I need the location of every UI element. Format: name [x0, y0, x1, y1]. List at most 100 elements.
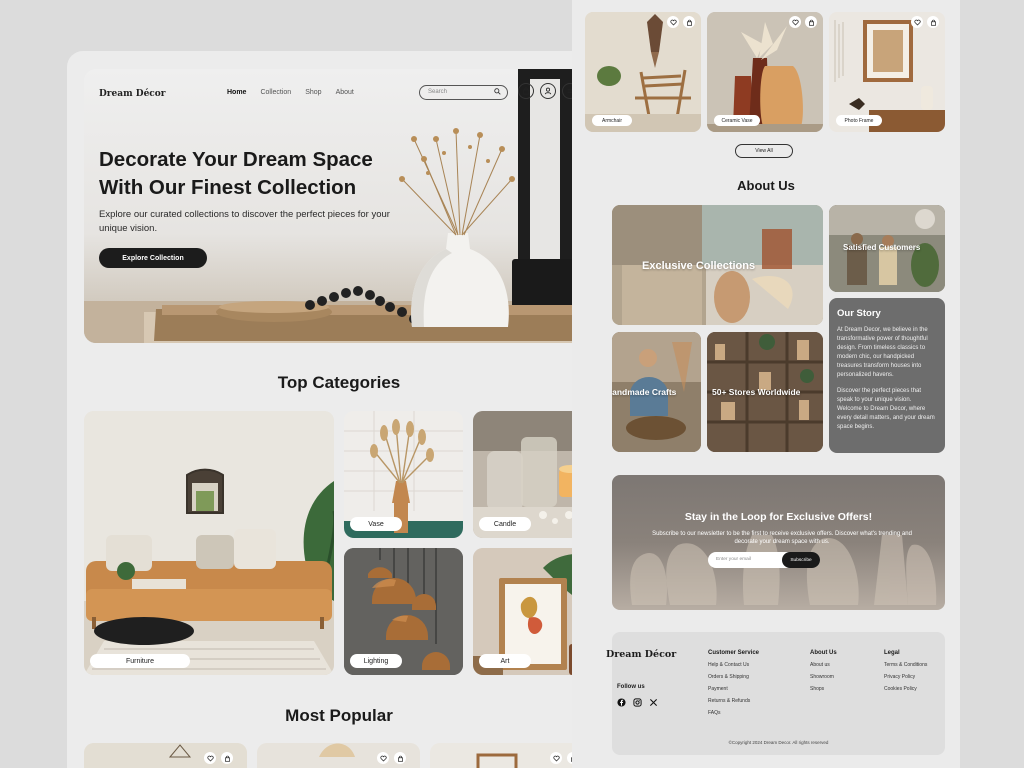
furniture-image [84, 411, 334, 675]
footer-link[interactable]: Privacy Policy [884, 674, 927, 680]
category-furniture[interactable]: Furniture [84, 411, 334, 675]
product-card-ceramic-vase[interactable]: Ceramic Vase [707, 12, 823, 132]
footer-link[interactable]: Payment [708, 686, 759, 692]
search-placeholder: Search [428, 89, 448, 95]
nav-home[interactable]: Home [227, 89, 246, 96]
footer-link[interactable]: About us [810, 662, 837, 668]
wishlist-button[interactable] [204, 752, 216, 764]
search-icon [494, 88, 501, 95]
footer-link[interactable]: Help & Contact Us [708, 662, 759, 668]
about-tile-satisfied-customers: Satisfied Customers [829, 205, 945, 292]
about-tile-label: Exclusive Collections [642, 260, 756, 272]
wishlist-button[interactable] [911, 16, 923, 28]
add-to-cart-button[interactable] [927, 16, 939, 28]
instagram-icon[interactable] [632, 697, 642, 707]
most-popular-title: Most Popular [285, 706, 393, 725]
category-vase[interactable]: Vase [344, 411, 463, 538]
category-lighting[interactable]: Lighting [344, 548, 463, 675]
about-tile-stores-worldwide: 50+ Stores Worldwide [707, 332, 823, 452]
footer-link[interactable]: Cookies Policy [884, 686, 927, 692]
our-story-paragraph: At Dream Decor, we believe in the transf… [837, 327, 928, 378]
category-label-art: Art [479, 654, 531, 668]
footer-column-title: About Us [810, 650, 837, 656]
product-label-armchair: Armchair [592, 115, 632, 126]
wishlist-button[interactable] [550, 752, 562, 764]
product-label-ceramic-vase: Ceramic Vase [714, 115, 760, 126]
social-links [616, 697, 658, 707]
heart-icon [791, 19, 799, 25]
account-button[interactable] [540, 83, 556, 99]
logo[interactable]: Dream Décor [99, 89, 166, 99]
about-tile-handmade-crafts: Handmade Crafts [612, 332, 701, 452]
our-story-paragraph: Discover the perfect pieces that speak t… [837, 388, 935, 430]
search-input[interactable]: Search [419, 85, 508, 100]
cart-button[interactable] [518, 83, 534, 99]
footer-link[interactable]: Returns & Refunds [708, 698, 759, 704]
nav-shop[interactable]: Shop [305, 89, 321, 96]
photo-frame-image [829, 12, 945, 132]
footer-link[interactable]: Terms & Conditions [884, 662, 927, 668]
hero-section: Dream Décor Home Collection Shop About S… [84, 69, 593, 343]
about-tile-label: Satisfied Customers [843, 243, 921, 252]
footer-link[interactable]: FAQs [708, 710, 759, 716]
about-us-title: About Us [737, 178, 795, 193]
footer-link[interactable]: Showroom [810, 674, 837, 680]
about-tile-exclusive-collections: Exclusive Collections [612, 205, 823, 325]
product-card-photo-frame[interactable]: Photo Frame [829, 12, 945, 132]
wishlist-button[interactable] [789, 16, 801, 28]
footer-column-title: Legal [884, 650, 900, 656]
shopping-bag-icon [808, 19, 814, 26]
shopping-bag-icon [686, 19, 692, 26]
nav-about[interactable]: About [336, 89, 354, 96]
view-all-button[interactable]: View All [735, 144, 793, 158]
copyright-text: ©Copyright 2024 Dream Decor. All rights … [728, 740, 829, 745]
category-label-candle: Candle [479, 517, 531, 531]
heart-icon [552, 755, 560, 761]
ceramic-vase-image [707, 12, 823, 132]
top-categories-title: Top Categories [277, 373, 401, 392]
footer-link[interactable]: Shops [810, 686, 837, 692]
hero-subtitle: Explore our curated collections to disco… [99, 209, 390, 234]
add-to-cart-button[interactable] [805, 16, 817, 28]
product-card-armchair[interactable]: Armchair [585, 12, 701, 132]
footer-logo[interactable]: Dream Décor [606, 649, 676, 660]
our-story-card: Our Story At Dream Decor, we believe in … [829, 298, 945, 453]
follow-us-label: Follow us [617, 684, 645, 690]
subscribe-button[interactable]: Subscribe [782, 552, 820, 568]
newsletter-section: Stay in the Loop for Exclusive Offers! S… [612, 475, 945, 610]
shopping-bag-icon [930, 19, 936, 26]
armchair-image [585, 12, 701, 132]
nav-collection[interactable]: Collection [260, 89, 291, 96]
shopping-bag-icon [522, 87, 530, 95]
shopping-bag-icon [224, 755, 230, 762]
about-tile-label: 50+ Stores Worldwide [712, 387, 801, 397]
product-label-photo-frame: Photo Frame [836, 115, 882, 126]
wishlist-button[interactable] [377, 752, 389, 764]
add-to-cart-button[interactable] [394, 752, 406, 764]
footer: Dream Décor Follow us Customer Service H… [606, 632, 945, 755]
hero-title: Decorate Your Dream Space With Our Fines… [99, 148, 373, 199]
popular-product-card[interactable] [430, 743, 593, 768]
shopping-bag-icon [397, 755, 403, 762]
explore-collection-button[interactable]: Explore Collection [99, 248, 207, 268]
nav-links: Home Collection Shop About [227, 89, 354, 96]
our-story-title: Our Story [837, 308, 881, 319]
heart-icon [913, 19, 921, 25]
wishlist-button[interactable] [667, 16, 679, 28]
email-placeholder: Enter your email [716, 557, 751, 562]
footer-column-customer-service: Customer Service Help & Contact Us Order… [708, 650, 759, 722]
about-tile-label: Handmade Crafts [612, 387, 677, 397]
heart-icon [379, 755, 387, 761]
footer-column-legal: Legal Terms & Conditions Privacy Policy … [884, 650, 927, 698]
newsletter-text: Subscribe to our newsletter to be the fi… [652, 531, 912, 545]
popular-product-card[interactable] [84, 743, 247, 768]
category-label-furniture: Furniture [90, 654, 190, 668]
facebook-icon[interactable] [616, 697, 626, 707]
x-twitter-icon[interactable] [648, 697, 658, 707]
footer-column-about-us: About Us About us Showroom Shops [810, 650, 837, 698]
add-to-cart-button[interactable] [221, 752, 233, 764]
add-to-cart-button[interactable] [683, 16, 695, 28]
popular-product-card[interactable] [257, 743, 420, 768]
top-nav: Dream Décor Home Collection Shop About S… [84, 83, 593, 101]
footer-link[interactable]: Orders & Shipping [708, 674, 759, 680]
